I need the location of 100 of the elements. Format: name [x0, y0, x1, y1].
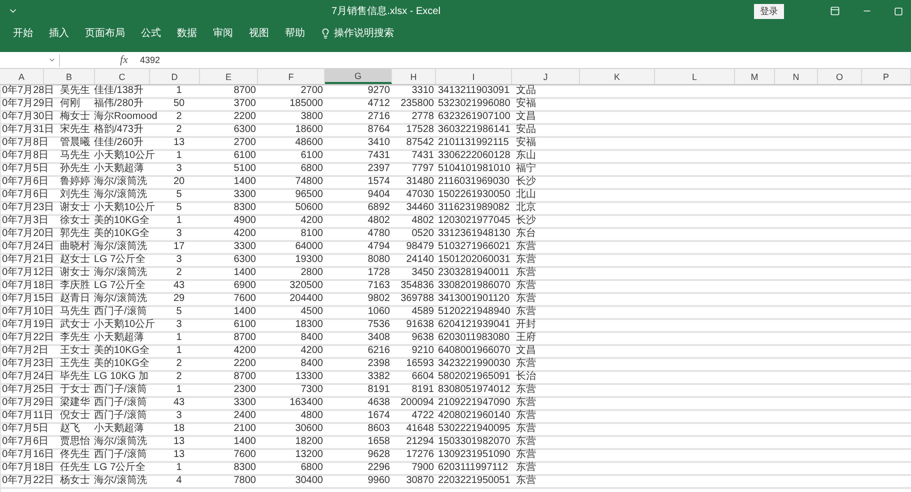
ribbon-tab[interactable]: 视图: [242, 24, 276, 42]
table-cell-text: 91638: [405, 319, 435, 331]
ribbon-tab[interactable]: 帮助: [278, 24, 312, 42]
table-cell-text: 东营: [515, 449, 537, 461]
table-cell-text: 9628: [366, 449, 391, 461]
customer-cell-text: 赵青日: [59, 293, 91, 305]
table-cell-text: 6100: [232, 319, 257, 331]
product-cell-text: 小天鹅10公斤: [93, 150, 156, 162]
table-cell-text: 东营: [515, 280, 537, 292]
product-cell-text: LG 7公斤全: [93, 280, 147, 292]
table-cell-text: 东台: [515, 228, 537, 240]
customer-cell-text: 于女士: [59, 384, 91, 396]
id-cell-text: 6204121939041: [437, 319, 512, 331]
product-cell-text: 海尔/滚筒洗: [93, 436, 148, 448]
search-button[interactable]: 操作说明搜索: [314, 24, 400, 42]
customer-cell-text: 李先生: [59, 332, 91, 344]
id-cell-text: 4208021960140: [437, 410, 512, 422]
column-header[interactable]: L: [655, 69, 735, 84]
column-header[interactable]: M: [735, 69, 775, 84]
date-cell-text: 0年7月6日: [1, 189, 50, 201]
column-header[interactable]: B: [44, 69, 95, 84]
table-cell-text: 8300: [232, 202, 257, 214]
column-header[interactable]: N: [775, 69, 818, 84]
table-cell-text: 3700: [232, 98, 257, 110]
table-cell-text: 9210: [410, 345, 435, 357]
table-cell-text: 6800: [300, 163, 324, 175]
date-cell-text: 0年7月30日: [1, 111, 56, 123]
column-header[interactable]: C: [95, 69, 150, 84]
table-cell-text: 13300: [294, 371, 324, 383]
table-cell-text: 6100: [300, 150, 324, 162]
table-cell-text: 30600: [294, 423, 324, 435]
table-cell-text: 3408: [366, 332, 391, 344]
table-cell-text: 235800: [400, 98, 435, 110]
column-header[interactable]: K: [580, 69, 655, 84]
table-cell-text: 2397: [366, 163, 391, 175]
ribbon-display-icon[interactable]: [830, 6, 840, 16]
customer-cell-text: 梅女士: [59, 111, 91, 123]
table-cell-text: 1728: [366, 267, 391, 279]
column-header[interactable]: P: [862, 69, 911, 84]
ribbon-tab[interactable]: 插入: [42, 24, 76, 42]
table-cell-text: 7431: [410, 150, 435, 162]
quantity-cell-text: 3: [175, 163, 183, 175]
customer-cell-text: 王先生: [59, 358, 91, 370]
quantity-cell-text: 2: [175, 358, 183, 370]
table-cell-text: 4802: [366, 215, 391, 227]
product-cell-text: LG 10KG 加: [93, 371, 150, 383]
quantity-cell-text: 5: [175, 189, 183, 201]
date-cell-text: 0年7月29日: [1, 397, 56, 409]
column-header[interactable]: E: [200, 69, 258, 84]
table-cell-text: 2398: [366, 358, 391, 370]
date-cell-text: 0年7月25日: [1, 384, 56, 396]
column-header[interactable]: I: [436, 69, 512, 84]
table-cell-text: 安福: [515, 137, 537, 149]
table-cell-text: 87542: [405, 137, 435, 149]
quantity-cell-text: 3: [175, 228, 183, 240]
column-header[interactable]: G: [325, 69, 392, 84]
table-cell-text: 163400: [288, 397, 324, 409]
ribbon-tab[interactable]: 数据: [170, 24, 204, 42]
customer-cell-text: 何刚: [59, 98, 81, 110]
function-label[interactable]: fx: [120, 54, 128, 66]
quantity-cell-text: 13: [172, 436, 186, 448]
id-cell-text: 8308051974012: [437, 384, 512, 396]
id-cell-text: 2101131992115: [437, 137, 510, 149]
maximize-icon[interactable]: [894, 6, 903, 16]
customer-cell-text: 刘先生: [59, 189, 91, 201]
table-cell-text: 4500: [300, 306, 324, 318]
column-header[interactable]: O: [818, 69, 862, 84]
date-cell-text: 0年7月6日: [1, 176, 50, 188]
column-header[interactable]: D: [150, 69, 200, 84]
date-cell-text: 0年7月24日: [1, 241, 56, 253]
table-cell-text: 2700: [232, 137, 257, 149]
column-header[interactable]: A: [0, 69, 44, 84]
ribbon-tab[interactable]: 开始: [6, 24, 40, 42]
quantity-cell-text: 2: [175, 371, 183, 383]
date-cell-text: 0年7月18日: [1, 462, 56, 474]
ribbon-tab[interactable]: 审阅: [206, 24, 240, 42]
column-header[interactable]: H: [392, 69, 436, 84]
table-cell-text: 5100: [232, 163, 257, 175]
sign-in-button[interactable]: 登录: [754, 4, 784, 18]
product-cell-text: 海尔/滚筒洗: [93, 293, 148, 305]
table-cell-text: 2800: [300, 267, 324, 279]
id-cell-text: 3306222060128: [437, 150, 512, 162]
table-cell-text: 18200: [294, 436, 324, 448]
customer-cell-text: 马先生: [59, 306, 91, 318]
table-cell-text: 东营: [515, 306, 537, 318]
ribbon-tab[interactable]: 公式: [134, 24, 168, 42]
date-cell-text: 0年7月5日: [1, 163, 50, 175]
product-cell-text: 小天鹅超薄: [93, 332, 145, 344]
table-cell-text: 文昌: [515, 345, 537, 357]
customer-cell-text: 郭先生: [59, 228, 91, 240]
table-cell-text: 东营: [515, 358, 537, 370]
date-cell-text: 0年7月22日: [1, 475, 56, 487]
table-cell-text: 30400: [294, 475, 324, 487]
product-cell-text: 小天鹅超薄: [93, 163, 145, 175]
table-cell-text: 东山: [515, 150, 537, 162]
table-cell-text: 8400: [300, 358, 324, 370]
product-cell-text: 海尔/滚筒洗: [93, 267, 148, 279]
table-cell-text: 7536: [366, 319, 391, 331]
column-header[interactable]: J: [512, 69, 580, 84]
ribbon-tab[interactable]: 页面布局: [78, 24, 132, 42]
